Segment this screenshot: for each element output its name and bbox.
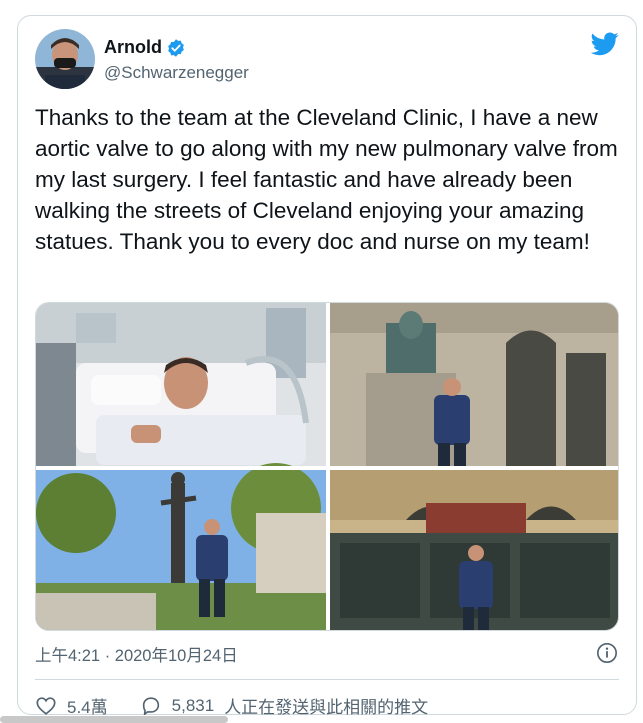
reply-label: 人正在發送與此相關的推文 bbox=[224, 698, 429, 717]
photo-statue-building[interactable] bbox=[330, 303, 619, 466]
avatar[interactable] bbox=[35, 29, 95, 89]
author-name-row[interactable]: Arnold bbox=[104, 37, 186, 58]
photo-statue-park[interactable] bbox=[36, 463, 326, 631]
twitter-bird-icon[interactable] bbox=[591, 32, 619, 56]
like-count: 5.4萬 bbox=[67, 698, 108, 717]
photo-memorial-wall[interactable] bbox=[330, 470, 619, 631]
photo-hospital-bed[interactable] bbox=[36, 303, 326, 466]
author-name[interactable]: Arnold bbox=[104, 37, 162, 58]
tweet-text: Thanks to the team at the Cleveland Clin… bbox=[35, 105, 618, 254]
tweet-card: Arnold @Schwarzenegger Thanks to the tea… bbox=[17, 15, 637, 718]
horizontal-scrollbar[interactable] bbox=[0, 716, 228, 723]
heart-icon bbox=[36, 696, 56, 715]
author-handle[interactable]: @Schwarzenegger bbox=[104, 63, 249, 83]
media-grid[interactable] bbox=[35, 302, 619, 631]
tweet-actions: 5.4萬 5,831 人正在發送與此相關的推文 bbox=[35, 693, 428, 718]
verified-badge-icon bbox=[168, 38, 184, 57]
like-button[interactable]: 5.4萬 bbox=[35, 693, 108, 718]
reply-count: 5,831 bbox=[171, 695, 215, 715]
info-icon[interactable] bbox=[596, 642, 618, 664]
divider bbox=[35, 679, 619, 680]
tweet-timestamp[interactable]: 上午4:21 · 2020年10月24日 bbox=[35, 642, 238, 666]
speech-bubble-icon bbox=[142, 696, 159, 715]
reply-button[interactable]: 5,831 人正在發送與此相關的推文 bbox=[140, 693, 429, 718]
